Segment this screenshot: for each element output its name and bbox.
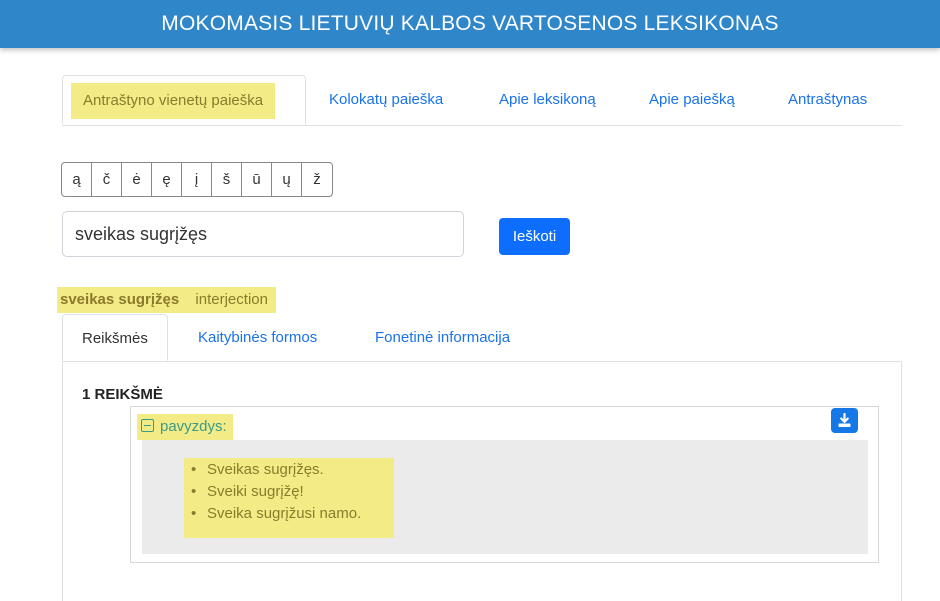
tab-headword-search[interactable]: Antraštyno vienetų paieška	[62, 75, 306, 125]
letter-key[interactable]: ė	[122, 163, 152, 196]
letter-key[interactable]: ę	[152, 163, 182, 196]
letter-key[interactable]: ų	[272, 163, 302, 196]
example-list: Sveikas sugrįžęs. Sveiki sugrįžę! Sveika…	[184, 458, 394, 538]
example-toggle-label: pavyzdys:	[160, 418, 227, 435]
search-input[interactable]: sveikas sugrįžęs	[62, 211, 464, 257]
tab-about-search[interactable]: Apie paiešką	[649, 75, 735, 125]
letter-key[interactable]: š	[212, 163, 242, 196]
tab-inflection-forms[interactable]: Kaitybinės formos	[198, 314, 317, 361]
tab-about-lexicon-label: Apie leksikoną	[499, 91, 596, 108]
letter-key[interactable]: ž	[302, 163, 332, 196]
main-nav-tabs: Antraštyno vienetų paieška Kolokatų paie…	[62, 75, 902, 126]
tab-meanings[interactable]: Reikšmės	[62, 314, 168, 361]
tab-headword-list-label: Antraštynas	[788, 91, 868, 108]
download-icon	[838, 413, 851, 427]
search-button[interactable]: Ieškoti	[499, 218, 570, 255]
entry-part-of-speech: interjection	[195, 291, 268, 308]
tab-collocation-search-label: Kolokatų paieška	[329, 91, 444, 108]
letter-key[interactable]: į	[182, 163, 212, 196]
tab-collocation-search[interactable]: Kolokatų paieška	[329, 75, 443, 125]
example-sentence: Sveikas sugrįžęs.	[184, 460, 394, 480]
tab-phonetic-info[interactable]: Fonetinė informacija	[375, 314, 510, 361]
special-letters-keyboard: ą č ė ę į š ū ų ž	[61, 162, 333, 197]
example-sentence: Sveiki sugrįžę!	[184, 482, 394, 502]
tab-headword-search-label: Antraštyno vienetų paieška	[71, 83, 276, 119]
app-header: MOKOMASIS LIETUVIŲ KALBOS VARTOSENOS LEK…	[0, 0, 940, 48]
sense-title: 1 REIKŠMĖ	[82, 386, 163, 403]
entry-heading: sveikas sugrįžęs interjection	[57, 287, 276, 313]
letter-key[interactable]: ū	[242, 163, 272, 196]
entry-tabs: Reikšmės Kaitybinės formos Fonetinė info…	[62, 314, 902, 362]
minus-square-icon	[141, 419, 154, 432]
tab-phonetic-info-label: Fonetinė informacija	[375, 329, 511, 346]
example-sentence: Sveika sugrįžusi namo.	[184, 504, 394, 524]
tab-about-lexicon[interactable]: Apie leksikoną	[499, 75, 596, 125]
letter-key[interactable]: č	[92, 163, 122, 196]
entry-headword: sveikas sugrįžęs	[60, 291, 180, 308]
download-button[interactable]	[831, 408, 858, 433]
tab-headword-list[interactable]: Antraštynas	[788, 75, 867, 125]
app-title: MOKOMASIS LIETUVIŲ KALBOS VARTOSENOS LEK…	[161, 12, 779, 35]
letter-key[interactable]: ą	[62, 163, 92, 196]
example-toggle[interactable]: pavyzdys:	[137, 414, 233, 440]
tab-inflection-forms-label: Kaitybinės formos	[198, 329, 318, 346]
tab-about-search-label: Apie paiešką	[649, 91, 735, 108]
tab-meanings-label: Reikšmės	[82, 330, 148, 347]
